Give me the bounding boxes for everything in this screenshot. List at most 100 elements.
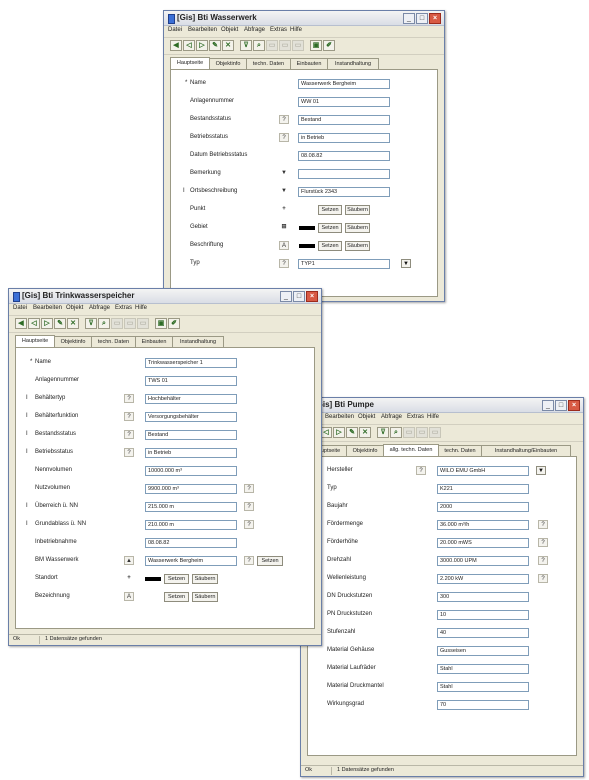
stufenzahl-field[interactable]: 40 (437, 628, 529, 638)
menu-bearbeiten[interactable]: Bearbeiten (33, 305, 62, 311)
typ-field[interactable]: K221 (437, 484, 529, 494)
lookup-icon[interactable]: ? (124, 448, 134, 457)
chevron-down-icon[interactable]: ▼ (401, 259, 411, 268)
bemerkung-field[interactable] (298, 169, 390, 179)
bezeichnung-set-button[interactable]: Setzen (164, 592, 189, 602)
next-record-icon[interactable]: ▷ (41, 318, 53, 329)
link-up-icon[interactable]: ▲ (124, 556, 134, 565)
menu-objekt[interactable]: Objekt (221, 27, 238, 33)
unit-help-icon[interactable]: ? (538, 556, 548, 565)
menu-bearbeiten[interactable]: Bearbeiten (188, 27, 217, 33)
standort-clear-button[interactable]: Säubern (192, 574, 218, 584)
edit-icon[interactable]: ✎ (54, 318, 66, 329)
anlagennummer-field[interactable]: WW 01 (298, 97, 390, 107)
close-icon[interactable]: × (568, 400, 580, 411)
maximize-icon[interactable]: □ (416, 13, 428, 24)
search-icon[interactable]: ⌕ (253, 40, 265, 51)
prev-record-icon[interactable]: ◁ (28, 318, 40, 329)
maximize-icon[interactable]: □ (293, 291, 305, 302)
lookup-icon[interactable]: ? (416, 466, 426, 475)
gebiet-clear-button[interactable]: Säubern (345, 223, 370, 233)
ueberreich-field[interactable]: 215.000 m (145, 502, 237, 512)
lookup-icon[interactable]: ? (279, 133, 289, 142)
dn-druckstutzen-field[interactable]: 300 (437, 592, 529, 602)
menu-datei[interactable]: Datei (13, 305, 27, 311)
delete-icon[interactable]: ✕ (222, 40, 234, 51)
behaeltertyp-field[interactable]: Hochbehälter (145, 394, 237, 404)
window-trinkwasserspeicher[interactable]: [Gis] Bti Trinkwasserspeicher _ □ × Date… (8, 288, 322, 646)
menu-objekt[interactable]: Objekt (358, 414, 375, 420)
wirkungsgrad-field[interactable]: 70 (437, 700, 529, 710)
foerdermenge-field[interactable]: 36.000 m³/h (437, 520, 529, 530)
menu-hilfe[interactable]: Hilfe (427, 414, 439, 420)
tab-techn-daten[interactable]: techn. Daten (246, 58, 291, 69)
menu-bearbeiten[interactable]: Bearbeiten (325, 414, 354, 420)
unit-help-icon[interactable]: ? (538, 574, 548, 583)
filter-icon[interactable]: ⊽ (240, 40, 252, 51)
tab-objektinfo[interactable]: Objektinfo (346, 445, 384, 456)
menu-objekt[interactable]: Objekt (66, 305, 83, 311)
minimize-icon[interactable]: _ (542, 400, 554, 411)
bestandsstatus-field[interactable]: Bestand (298, 115, 390, 125)
filter-icon[interactable]: ⊽ (85, 318, 97, 329)
edit-icon[interactable]: ✎ (209, 40, 221, 51)
lookup-icon[interactable]: ? (279, 115, 289, 124)
beschriftung-set-button[interactable]: Setzen (318, 241, 342, 251)
unit-help-icon[interactable]: ? (244, 502, 254, 511)
tab-objektinfo[interactable]: Objektinfo (209, 58, 247, 69)
typ-select[interactable]: TYP1 (298, 259, 390, 269)
behaelterfunktion-field[interactable]: Versorgungsbehälter (145, 412, 237, 422)
menu-extras[interactable]: Extras (270, 27, 287, 33)
next-record-icon[interactable]: ▷ (333, 427, 345, 438)
lookup-icon[interactable]: ? (124, 430, 134, 439)
window-wasserwerk[interactable]: [Gis] Bti Wasserwerk _ □ × Datei Bearbei… (163, 10, 445, 302)
first-record-icon[interactable]: ◀ (15, 318, 27, 329)
menu-extras[interactable]: Extras (115, 305, 132, 311)
menu-extras[interactable]: Extras (407, 414, 424, 420)
bm-wasserwerk-set-button[interactable]: Setzen (257, 556, 283, 566)
prev-record-icon[interactable]: ◁ (183, 40, 195, 51)
grundablass-field[interactable]: 210.000 m (145, 520, 237, 530)
menu-abfrage[interactable]: Abfrage (381, 414, 402, 420)
search-icon[interactable]: ⌕ (98, 318, 110, 329)
tab-einbauten[interactable]: Einbauten (290, 58, 328, 69)
pn-druckstutzen-field[interactable]: 10 (437, 610, 529, 620)
unit-help-icon[interactable]: ? (244, 556, 254, 565)
menu-hilfe[interactable]: Hilfe (135, 305, 147, 311)
betriebsstatus-field[interactable]: in Betrieb (298, 133, 390, 143)
minimize-icon[interactable]: _ (403, 13, 415, 24)
punkt-set-button[interactable]: Setzen (318, 205, 342, 215)
tab-instandhaltung[interactable]: Instandhaltung (172, 336, 224, 347)
tab-objektinfo[interactable]: Objektinfo (54, 336, 92, 347)
name-field[interactable]: Trinkwasserspeicher 1 (145, 358, 237, 368)
bestandsstatus-field[interactable]: Bestand (145, 430, 237, 440)
tab-instandhaltung[interactable]: Instandhaltung (327, 58, 379, 69)
drehzahl-field[interactable]: 3000.000 UPM (437, 556, 529, 566)
delete-icon[interactable]: ✕ (359, 427, 371, 438)
chevron-down-icon[interactable]: ▼ (536, 466, 546, 475)
maximize-icon[interactable]: □ (555, 400, 567, 411)
standort-set-button[interactable]: Setzen (164, 574, 189, 584)
bezeichnung-clear-button[interactable]: Säubern (192, 592, 218, 602)
tab-einbauten[interactable]: Einbauten (135, 336, 173, 347)
unit-help-icon[interactable]: ? (538, 538, 548, 547)
edit-icon[interactable]: ✎ (346, 427, 358, 438)
nutzvolumen-field[interactable]: 9900.000 m³ (145, 484, 237, 494)
title-bar[interactable]: [Gis] Bti Pumpe _ □ × (301, 398, 583, 413)
minimize-icon[interactable]: _ (280, 291, 292, 302)
wellenleistung-field[interactable]: 2.200 kW (437, 574, 529, 584)
pencil-icon[interactable]: ✐ (323, 40, 335, 51)
menu-abfrage[interactable]: Abfrage (89, 305, 110, 311)
window-pumpe[interactable]: [Gis] Bti Pumpe _ □ × Datei Bearbeiten O… (300, 397, 584, 777)
bm-wasserwerk-field[interactable]: Wasserwerk Bergheim (145, 556, 237, 566)
close-icon[interactable]: × (306, 291, 318, 302)
name-field[interactable]: Wasserwerk Bergheim (298, 79, 390, 89)
nennvolumen-field[interactable]: 10000.000 m³ (145, 466, 237, 476)
lookup-icon[interactable]: ? (124, 412, 134, 421)
menu-abfrage[interactable]: Abfrage (244, 27, 265, 33)
hersteller-select[interactable]: WILO EMU GmbH (437, 466, 529, 476)
material-druckmantel-field[interactable]: Stahl (437, 682, 529, 692)
next-record-icon[interactable]: ▷ (196, 40, 208, 51)
menu-datei[interactable]: Datei (168, 27, 182, 33)
gebiet-set-button[interactable]: Setzen (318, 223, 342, 233)
